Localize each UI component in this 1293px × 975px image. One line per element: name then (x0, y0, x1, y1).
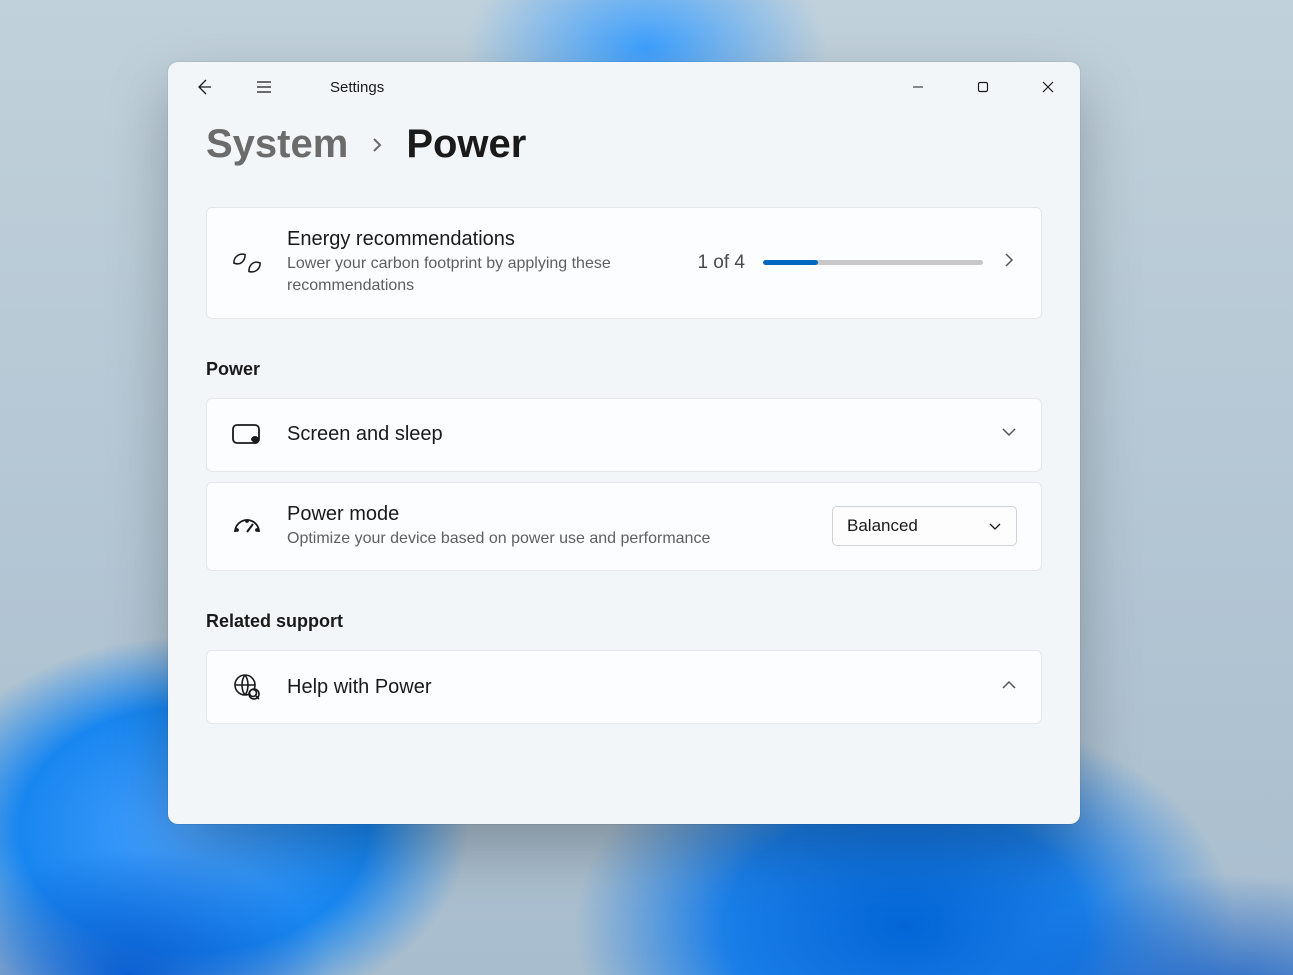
breadcrumb-parent[interactable]: System (206, 122, 348, 167)
screen-sleep-title: Screen and sleep (287, 423, 443, 446)
breadcrumb: System Power (206, 122, 1042, 167)
close-button[interactable] (1015, 62, 1080, 112)
energy-progress-bar (763, 260, 983, 265)
help-with-power-card[interactable]: Help with Power (206, 650, 1042, 724)
energy-progress-fill (763, 260, 818, 265)
arrow-left-icon (194, 77, 214, 97)
globe-search-icon (231, 671, 263, 703)
screen-sleep-icon (231, 419, 263, 451)
app-title: Settings (330, 79, 384, 96)
window-controls (885, 62, 1080, 112)
menu-button[interactable] (246, 69, 282, 105)
back-button[interactable] (186, 69, 222, 105)
power-mode-selected: Balanced (847, 516, 918, 536)
chevron-right-icon (1001, 252, 1017, 273)
energy-title: Energy recommendations (287, 228, 657, 251)
energy-recommendations-card[interactable]: Energy recommendations Lower your carbon… (206, 207, 1042, 319)
power-mode-title: Power mode (287, 503, 710, 526)
energy-progress-text: 1 of 4 (697, 252, 745, 274)
maximize-button[interactable] (950, 62, 1015, 112)
power-mode-subtitle: Optimize your device based on power use … (287, 528, 710, 550)
related-support-heading: Related support (206, 611, 1042, 632)
chevron-down-icon (1001, 424, 1017, 445)
leaf-icon (231, 247, 263, 279)
hamburger-icon (255, 78, 273, 96)
chevron-up-icon (1001, 677, 1017, 698)
screen-sleep-text: Screen and sleep (287, 423, 443, 446)
power-section-heading: Power (206, 359, 1042, 380)
help-text: Help with Power (287, 676, 432, 699)
help-title: Help with Power (287, 676, 432, 699)
settings-window: Settings System Power (168, 62, 1080, 824)
screen-and-sleep-card[interactable]: Screen and sleep (206, 398, 1042, 472)
energy-trail: 1 of 4 (697, 252, 1017, 274)
page-title: Power (406, 122, 526, 167)
gauge-icon (231, 510, 263, 542)
energy-text: Energy recommendations Lower your carbon… (287, 228, 657, 298)
power-mode-text: Power mode Optimize your device based on… (287, 503, 710, 550)
energy-subtitle: Lower your carbon footprint by applying … (287, 253, 657, 298)
titlebar-left: Settings (186, 69, 384, 105)
screen-sleep-trail (1001, 424, 1017, 445)
chevron-down-icon (988, 519, 1002, 533)
power-mode-dropdown[interactable]: Balanced (832, 506, 1017, 546)
maximize-icon (977, 81, 989, 93)
power-mode-trail: Balanced (832, 506, 1017, 546)
chevron-right-icon (368, 129, 386, 161)
minimize-button[interactable] (885, 62, 950, 112)
content-area: System Power Energy recommendations Lowe… (168, 112, 1080, 824)
minimize-icon (912, 81, 924, 93)
power-mode-card: Power mode Optimize your device based on… (206, 482, 1042, 571)
help-trail (1001, 677, 1017, 698)
titlebar: Settings (168, 62, 1080, 112)
close-icon (1042, 81, 1054, 93)
